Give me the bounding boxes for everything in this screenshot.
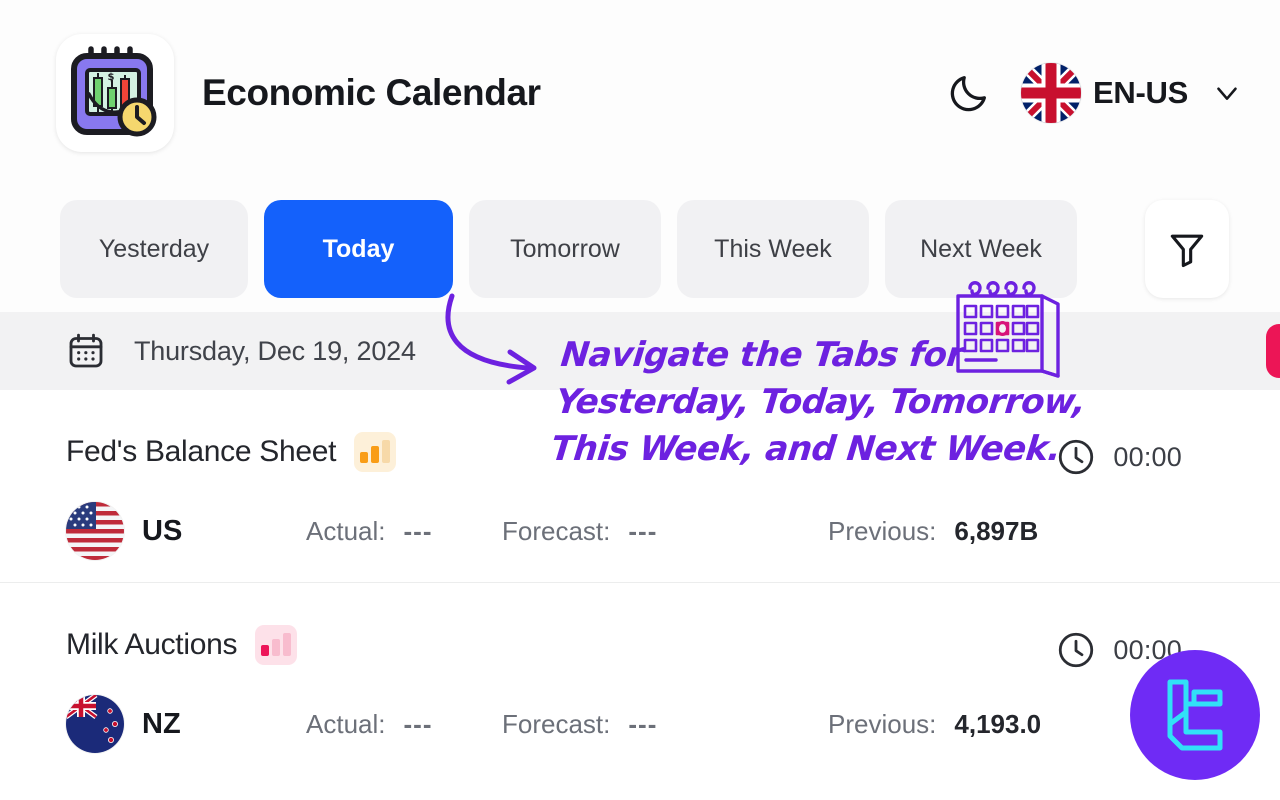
previous-value: 6,897B — [954, 515, 1039, 546]
lc-monogram-logo-icon — [1167, 679, 1223, 751]
actual-label: Actual: — [306, 515, 386, 546]
period-tab-bar: Yesterday Today Tomorrow This Week Next … — [0, 186, 1280, 312]
event-details: US Actual: --- Forecast: --- Previous: 6… — [66, 502, 1236, 560]
event-row[interactable]: Fed's Balance Sheet 00:00 US Actual: ---… — [0, 390, 1280, 583]
brand: $ Economic Calendar — [56, 34, 541, 152]
date-bar: Thursday, Dec 19, 2024 — [0, 312, 1280, 390]
floating-brand-button[interactable] — [1130, 650, 1260, 780]
previous-value: 4,193.0 — [954, 708, 1042, 739]
previous-label: Previous: — [828, 708, 937, 739]
tab-next-week[interactable]: Next Week — [885, 200, 1077, 298]
selected-date: Thursday, Dec 19, 2024 — [134, 335, 416, 366]
chevron-down-icon[interactable] — [1210, 76, 1244, 110]
actual-value: --- — [403, 708, 433, 739]
event-time: 00:00 — [1055, 436, 1182, 478]
app-header: $ Economic Calendar EN-US — [0, 0, 1280, 186]
actual-value: --- — [403, 515, 433, 546]
header-actions: EN-US — [943, 63, 1244, 123]
filter-button[interactable] — [1145, 200, 1229, 298]
language-selector[interactable]: EN-US — [1021, 63, 1244, 123]
language-label: EN-US — [1093, 75, 1188, 110]
event-time-value: 00:00 — [1113, 441, 1182, 472]
clock-icon — [1059, 632, 1094, 668]
country-code: US — [142, 514, 183, 547]
event-title: Milk Auctions — [66, 628, 238, 661]
metric-forecast: Forecast: --- — [502, 516, 828, 547]
forecast-value: --- — [628, 708, 658, 739]
calendar-icon — [66, 331, 106, 371]
actual-label: Actual: — [306, 708, 386, 739]
forecast-value: --- — [628, 515, 658, 546]
metric-forecast: Forecast: --- — [502, 709, 828, 740]
calendar-candlestick-clock-icon: $ — [71, 46, 157, 137]
event-title: Fed's Balance Sheet — [66, 435, 337, 468]
tab-yesterday[interactable]: Yesterday — [60, 200, 248, 298]
us-flag-icon — [66, 502, 124, 560]
event-list: Fed's Balance Sheet 00:00 US Actual: ---… — [0, 390, 1280, 800]
metric-previous: Previous: 6,897B — [828, 516, 1038, 547]
page-title: Economic Calendar — [202, 72, 541, 113]
forecast-label: Forecast: — [502, 708, 611, 739]
impact-bars-icon — [354, 432, 397, 472]
clock-icon — [1059, 439, 1094, 475]
moon-icon — [950, 76, 987, 112]
impact-bars-icon — [255, 625, 298, 665]
filter-funnel-icon — [1170, 234, 1204, 268]
date-badge[interactable] — [1266, 324, 1280, 378]
uk-flag-icon — [1021, 63, 1082, 123]
metric-actual: Actual: --- — [306, 516, 502, 547]
metric-actual: Actual: --- — [306, 709, 502, 740]
event-details: NZ Actual: --- Forecast: --- Previous: 4… — [66, 695, 1236, 753]
tab-today[interactable]: Today — [264, 200, 453, 298]
tab-tomorrow[interactable]: Tomorrow — [469, 200, 661, 298]
forecast-label: Forecast: — [502, 515, 611, 546]
tab-this-week[interactable]: This Week — [677, 200, 869, 298]
nz-flag-icon — [66, 695, 124, 753]
metric-previous: Previous: 4,193.0 — [828, 709, 1041, 740]
event-row[interactable]: Milk Auctions 00:00 NZ Actual: --- Forec… — [0, 583, 1280, 776]
country-code: NZ — [142, 707, 181, 740]
economic-calendar-app: $ Economic Calendar EN-US Yesterday Toda… — [0, 0, 1280, 800]
theme-toggle-button[interactable] — [943, 67, 995, 119]
previous-label: Previous: — [828, 515, 937, 546]
app-logo: $ — [56, 34, 174, 152]
